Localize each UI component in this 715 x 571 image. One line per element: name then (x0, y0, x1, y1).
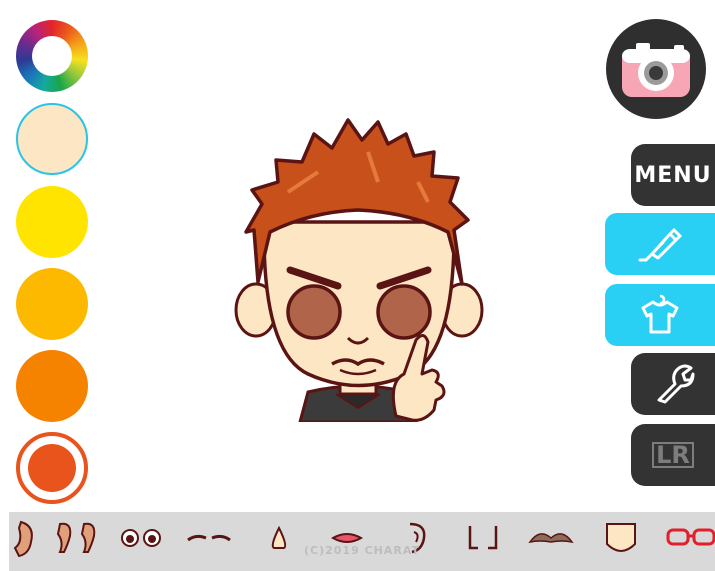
shirt-icon (641, 294, 679, 334)
avatar-left-eye (286, 284, 342, 340)
skin-color-swatch[interactable] (16, 103, 88, 175)
avatar-preview (234, 118, 484, 422)
parts-bar: (C)2019 CHARAT (9, 512, 715, 571)
color-wheel-hole (32, 36, 72, 76)
yellow-color-swatch[interactable] (16, 186, 88, 258)
copyright-text: (C)2019 CHARAT (304, 544, 420, 557)
orange-color-swatch[interactable] (16, 350, 88, 422)
flip-lr-button[interactable]: LR (631, 424, 715, 486)
paint-tube-icon (638, 227, 683, 262)
wrench-icon (657, 364, 695, 404)
clothes-button[interactable] (605, 284, 715, 346)
avatar-right-eye (376, 284, 432, 340)
menu-label: MENU (634, 162, 712, 188)
lr-label: LR (652, 442, 694, 468)
red-orange-color-swatch[interactable] (16, 432, 88, 504)
red-orange-swatch-fill (28, 444, 76, 492)
camera-icon (622, 43, 690, 97)
settings-button[interactable] (631, 353, 715, 415)
camera-button[interactable] (606, 19, 706, 119)
paint-button[interactable] (605, 213, 715, 275)
color-wheel-swatch[interactable] (16, 20, 88, 92)
menu-button[interactable]: MENU (631, 144, 715, 206)
amber-color-swatch[interactable] (16, 268, 88, 340)
